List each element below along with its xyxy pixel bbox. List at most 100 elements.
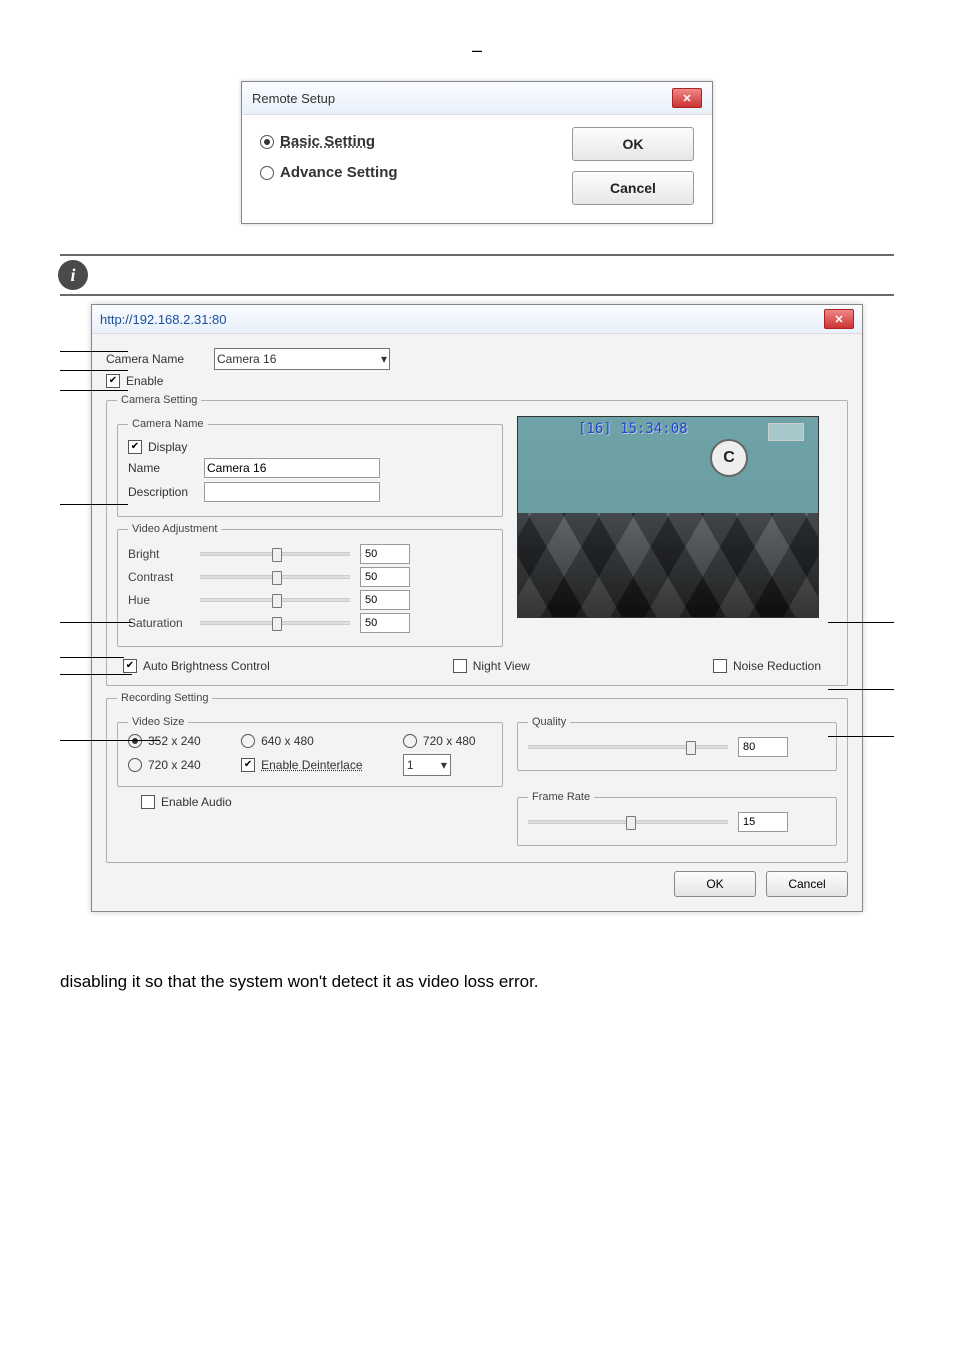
checkbox-icon (106, 374, 120, 388)
dialog-titlebar: Remote Setup ✕ (242, 82, 712, 115)
cancel-button[interactable]: Cancel (572, 171, 694, 205)
description-label: Description (128, 485, 196, 499)
video-size-legend: Video Size (128, 716, 188, 728)
size-352x240-radio[interactable]: 352 x 240 (128, 734, 217, 748)
display-checkbox[interactable]: Display (128, 440, 492, 454)
close-icon[interactable]: ✕ (824, 309, 854, 329)
cancel-button[interactable]: Cancel (766, 871, 848, 897)
frame-rate-fieldset: Frame Rate 15 (517, 791, 837, 846)
size-label: 720 x 480 (423, 734, 476, 748)
saturation-value: 50 (360, 613, 410, 633)
bright-label: Bright (128, 547, 190, 561)
camera-name-legend: Camera Name (128, 418, 208, 430)
contrast-label: Contrast (128, 570, 190, 584)
quality-fieldset: Quality 80 (517, 716, 837, 771)
radio-empty-icon (241, 734, 255, 748)
size-640x480-radio[interactable]: 640 x 480 (241, 734, 379, 748)
chevron-down-icon: ▾ (381, 352, 387, 366)
contrast-value: 50 (360, 567, 410, 587)
checkbox-icon (123, 659, 137, 673)
contrast-slider[interactable] (200, 575, 350, 579)
radio-empty-icon (260, 166, 274, 180)
body-paragraph: disabling it so that the system won't de… (60, 972, 894, 992)
radio-dot-icon (260, 135, 274, 149)
noise-reduction-label: Noise Reduction (733, 659, 821, 673)
preview-floor (518, 513, 818, 617)
frame-rate-legend: Frame Rate (528, 791, 594, 803)
radio-basic-label: Basic Setting (280, 133, 375, 150)
quality-legend: Quality (528, 716, 570, 728)
enable-deinterlace-label: Enable Deinterlace (261, 758, 362, 772)
deinterlace-value: 1 (407, 758, 414, 772)
video-adjustment-fieldset: Video Adjustment Bright 50 Contrast 50 (117, 523, 503, 647)
radio-advance-label: Advance Setting (280, 164, 398, 181)
display-label: Display (148, 440, 187, 454)
preview-image: [16] 15:34:08 C (517, 416, 819, 618)
info-icon: i (58, 260, 88, 290)
size-label: 640 x 480 (261, 734, 314, 748)
checkbox-icon (128, 440, 142, 454)
frame-rate-slider[interactable] (528, 820, 728, 824)
camera-name-select[interactable]: Camera 16 ▾ (214, 348, 390, 370)
saturation-label: Saturation (128, 616, 190, 630)
enable-audio-checkbox[interactable]: Enable Audio (141, 795, 503, 809)
camera-setting-fieldset: Camera Setting Camera Name Display Name (106, 394, 848, 686)
quality-value: 80 (738, 737, 788, 757)
size-label: 720 x 240 (148, 758, 201, 772)
video-size-fieldset: Video Size 352 x 240 640 x 480 (117, 716, 503, 787)
deinterlace-select[interactable]: 1 ▾ (403, 754, 451, 776)
enable-checkbox[interactable]: Enable (106, 374, 848, 388)
dialog-body: Basic Setting Advance Setting OK Cancel (242, 115, 712, 223)
camera-settings-dialog: http://192.168.2.31:80 ✕ Camera Name Cam… (91, 304, 863, 912)
radio-dot-icon (128, 734, 142, 748)
hue-label: Hue (128, 593, 190, 607)
recording-setting-legend: Recording Setting (117, 692, 212, 704)
description-input[interactable] (204, 482, 380, 502)
top-dash: – (60, 40, 894, 61)
ok-button[interactable]: OK (572, 127, 694, 161)
saturation-slider[interactable] (200, 621, 350, 625)
chevron-down-icon: ▾ (441, 758, 447, 772)
radio-empty-icon (403, 734, 417, 748)
hue-value: 50 (360, 590, 410, 610)
bright-slider[interactable] (200, 552, 350, 556)
hue-slider[interactable] (200, 598, 350, 602)
enable-deinterlace-checkbox[interactable]: Enable Deinterlace (241, 758, 379, 772)
size-label: 352 x 240 (148, 734, 201, 748)
dialog2-titlebar: http://192.168.2.31:80 ✕ (92, 305, 862, 334)
size-720x480-radio[interactable]: 720 x 480 (403, 734, 492, 748)
enable-label: Enable (126, 374, 163, 388)
name-label: Name (128, 461, 196, 475)
camera-name-label: Camera Name (106, 352, 206, 366)
checkbox-icon (241, 758, 255, 772)
preview-overlay-box (768, 423, 804, 441)
noise-reduction-checkbox[interactable]: Noise Reduction (713, 659, 821, 673)
night-view-label: Night View (473, 659, 530, 673)
camera-name-value: Camera 16 (217, 352, 276, 366)
size-720x240-radio[interactable]: 720 x 240 (128, 758, 217, 772)
video-adjustment-legend: Video Adjustment (128, 523, 221, 535)
dialog-title: Remote Setup (252, 91, 335, 106)
bright-value: 50 (360, 544, 410, 564)
enable-audio-label: Enable Audio (161, 795, 232, 809)
checkbox-icon (453, 659, 467, 673)
frame-rate-value: 15 (738, 812, 788, 832)
camera-setting-legend: Camera Setting (117, 394, 201, 406)
ok-button[interactable]: OK (674, 871, 756, 897)
info-header-row: i (60, 256, 894, 296)
quality-slider[interactable] (528, 745, 728, 749)
close-icon[interactable]: ✕ (672, 88, 702, 108)
radio-advance-setting[interactable]: Advance Setting (260, 164, 398, 181)
remote-setup-dialog: Remote Setup ✕ Basic Setting Advance Set… (241, 81, 713, 224)
checkbox-icon (141, 795, 155, 809)
preview-overlay-text: [16] 15:34:08 (578, 421, 688, 437)
camera-name-fieldset: Camera Name Display Name (117, 418, 503, 517)
night-view-checkbox[interactable]: Night View (453, 659, 530, 673)
radio-empty-icon (128, 758, 142, 772)
name-input[interactable] (204, 458, 380, 478)
preview-c-badge: C (710, 439, 748, 477)
dialog2-title: http://192.168.2.31:80 (100, 312, 227, 327)
auto-brightness-checkbox[interactable]: Auto Brightness Control (123, 659, 270, 673)
checkbox-icon (713, 659, 727, 673)
radio-basic-setting[interactable]: Basic Setting (260, 133, 398, 150)
